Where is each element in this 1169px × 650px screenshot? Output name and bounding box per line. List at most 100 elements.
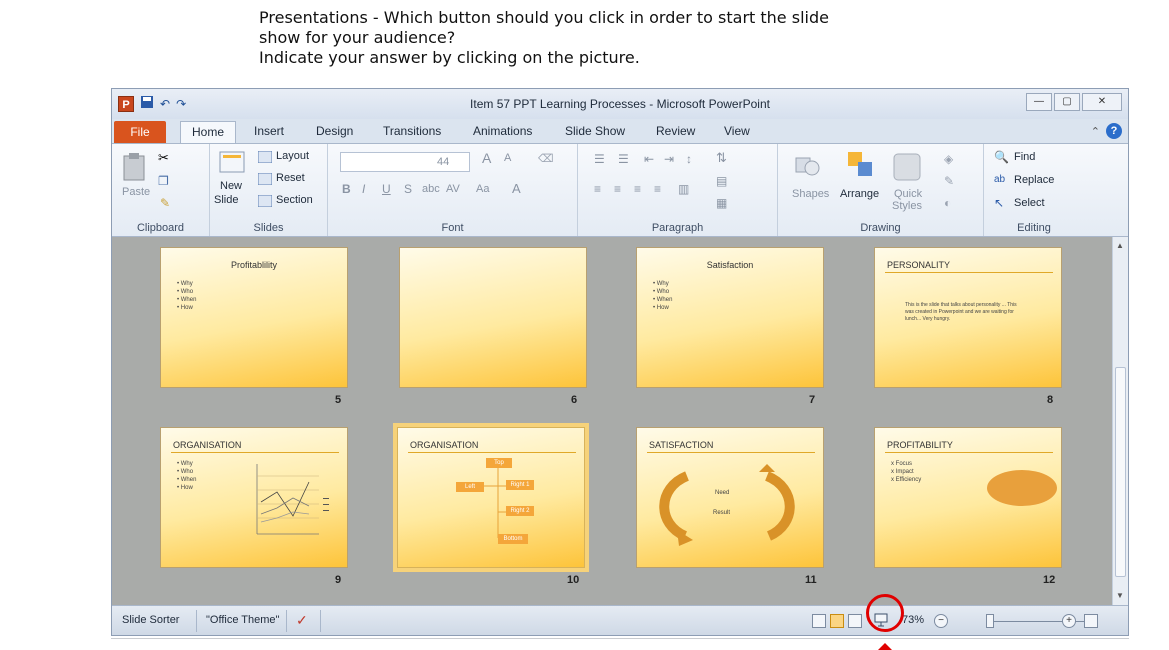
- paste-label[interactable]: Paste: [122, 186, 150, 198]
- strikethrough-button[interactable]: abc: [422, 183, 440, 195]
- close-button[interactable]: ✕: [1082, 93, 1122, 111]
- quick-styles-label-2[interactable]: Styles: [892, 200, 922, 212]
- align-text-icon[interactable]: ▤: [716, 174, 727, 188]
- reset-label[interactable]: Reset: [276, 172, 305, 184]
- justify-icon[interactable]: ≡: [654, 182, 661, 196]
- shapes-label[interactable]: Shapes: [792, 188, 829, 200]
- line-spacing-icon[interactable]: ↕: [686, 152, 692, 166]
- editing-group-label: Editing: [1017, 222, 1051, 234]
- tab-review[interactable]: Review: [656, 124, 695, 138]
- section-label[interactable]: Section: [276, 194, 313, 206]
- slide-thumbnail[interactable]: PROFITABILITY x Focus x Impact x Efficie…: [874, 427, 1062, 568]
- grow-font-button[interactable]: A: [482, 150, 491, 166]
- org-box: Bottom: [498, 534, 528, 544]
- reset-icon[interactable]: [257, 172, 273, 190]
- quick-styles-label-1[interactable]: Quick: [894, 188, 922, 200]
- slide-thumbnail[interactable]: PERSONALITY This is the slide that talks…: [874, 247, 1062, 388]
- numbering-icon[interactable]: ☰: [618, 152, 629, 166]
- select-icon[interactable]: ↖: [994, 196, 1004, 210]
- smartart-icon[interactable]: ▦: [716, 196, 727, 210]
- replace-icon[interactable]: ab: [994, 174, 1005, 185]
- new-slide-label-2[interactable]: Slide: [214, 194, 238, 206]
- bullets-icon[interactable]: ☰: [594, 152, 605, 166]
- slide-bullets: • Why • Who • When • How: [653, 280, 672, 312]
- theme-name[interactable]: "Office Theme": [206, 614, 279, 626]
- shadow-button[interactable]: S: [404, 182, 412, 196]
- tab-transitions[interactable]: Transitions: [383, 124, 441, 138]
- clear-formatting-icon[interactable]: ⌫: [538, 152, 554, 165]
- arrange-label[interactable]: Arrange: [840, 188, 879, 200]
- tab-home[interactable]: Home: [180, 121, 236, 143]
- slide-number: 10: [567, 574, 580, 586]
- shape-effects-icon[interactable]: ◐: [944, 196, 951, 210]
- find-icon[interactable]: 🔍: [994, 150, 1009, 164]
- question-text: Presentations - Which button should you …: [259, 8, 829, 68]
- slide-thumbnail[interactable]: Satisfaction • Why • Who • When • How: [636, 247, 824, 388]
- tab-design[interactable]: Design: [316, 124, 353, 138]
- align-left-icon[interactable]: ≡: [594, 182, 601, 196]
- underline-button[interactable]: U: [382, 182, 391, 196]
- font-color-button[interactable]: A: [512, 181, 521, 196]
- replace-label[interactable]: Replace: [1014, 174, 1054, 186]
- zoom-slider-thumb[interactable]: [986, 614, 994, 628]
- increase-indent-icon[interactable]: ⇥: [664, 152, 674, 166]
- layout-icon[interactable]: [257, 150, 273, 168]
- slide-thumbnail[interactable]: Profitablility • Why • Who • When • How: [160, 247, 348, 388]
- bold-button[interactable]: B: [342, 182, 351, 196]
- zoom-level[interactable]: 73%: [902, 614, 924, 626]
- align-right-icon[interactable]: ≡: [634, 182, 641, 196]
- new-slide-icon[interactable]: [218, 148, 246, 179]
- vertical-scrollbar[interactable]: ▲ ▼: [1112, 237, 1128, 605]
- decrease-indent-icon[interactable]: ⇤: [644, 152, 654, 166]
- scroll-down-arrow-icon[interactable]: ▼: [1116, 591, 1124, 600]
- copy-icon[interactable]: ❐: [158, 174, 169, 188]
- layout-label[interactable]: Layout: [276, 150, 309, 162]
- slide-sorter-pane: Profitablility • Why • Who • When • How …: [112, 237, 1112, 605]
- zoom-in-icon[interactable]: +: [1062, 614, 1076, 628]
- shape-fill-icon[interactable]: ◈: [944, 152, 953, 166]
- character-spacing-button[interactable]: AV: [446, 183, 460, 195]
- paste-icon[interactable]: [122, 152, 148, 187]
- italic-button[interactable]: I: [362, 182, 365, 196]
- reading-view-icon[interactable]: [848, 614, 862, 628]
- scrollbar-thumb[interactable]: [1115, 367, 1126, 577]
- shapes-icon[interactable]: [794, 154, 820, 183]
- slide-sorter-icon[interactable]: [830, 614, 844, 628]
- fit-window-icon[interactable]: [1084, 614, 1098, 628]
- tab-view[interactable]: View: [724, 124, 750, 138]
- slide-thumbnail-selected[interactable]: ORGANISATION Top Left Right 1 Right 2 Bo…: [393, 423, 589, 572]
- slide-thumbnail[interactable]: ORGANISATION • Why • Who • When • How: [160, 427, 348, 568]
- change-case-button[interactable]: Aa: [476, 183, 489, 195]
- shrink-font-button[interactable]: A: [504, 152, 511, 164]
- zoom-out-icon[interactable]: −: [934, 614, 948, 628]
- shape-outline-icon[interactable]: ✎: [944, 174, 954, 188]
- new-slide-label-1[interactable]: New: [220, 180, 242, 192]
- tab-animations[interactable]: Animations: [473, 124, 532, 138]
- cut-icon[interactable]: ✂: [158, 150, 169, 166]
- tab-insert[interactable]: Insert: [254, 124, 284, 138]
- normal-view-icon[interactable]: [812, 614, 826, 628]
- tab-file[interactable]: File: [114, 121, 166, 143]
- scroll-up-arrow-icon[interactable]: ▲: [1116, 241, 1124, 250]
- slides-group-label: Slides: [253, 222, 284, 234]
- collapse-ribbon-icon[interactable]: ⌃: [1091, 125, 1100, 138]
- spell-check-icon[interactable]: ✓: [296, 612, 308, 629]
- columns-icon[interactable]: ▥: [678, 182, 689, 196]
- text-direction-icon[interactable]: ⇅: [716, 150, 727, 166]
- select-label[interactable]: Select: [1014, 197, 1045, 209]
- find-label[interactable]: Find: [1014, 151, 1035, 163]
- help-icon[interactable]: ?: [1106, 123, 1122, 139]
- format-painter-icon[interactable]: ✎: [160, 196, 170, 210]
- section-icon[interactable]: [257, 194, 273, 212]
- quick-styles-icon[interactable]: [892, 152, 922, 187]
- maximize-button[interactable]: ▢: [1054, 93, 1080, 111]
- bullet: • How: [653, 305, 669, 311]
- question-line-3: Indicate your answer by clicking on the …: [259, 48, 640, 67]
- slide-thumbnail[interactable]: [399, 247, 587, 388]
- font-size-field[interactable]: 44: [340, 152, 470, 172]
- minimize-button[interactable]: —: [1026, 93, 1052, 111]
- tab-slide-show[interactable]: Slide Show: [565, 124, 625, 138]
- arrange-icon[interactable]: [846, 150, 876, 185]
- align-center-icon[interactable]: ≡: [614, 182, 621, 196]
- slide-thumbnail[interactable]: SATISFACTION Need Result: [636, 427, 824, 568]
